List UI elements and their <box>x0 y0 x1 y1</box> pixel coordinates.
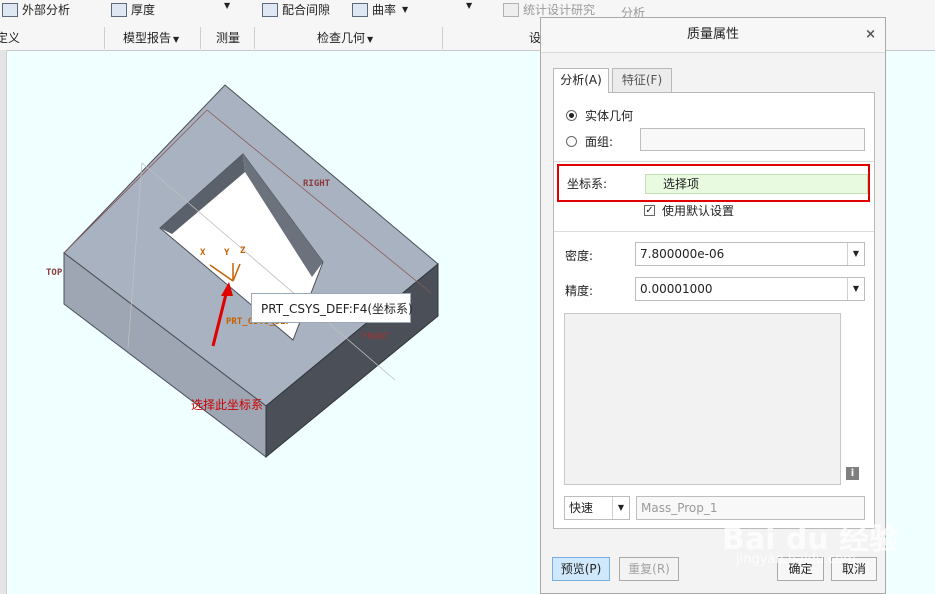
chevron-down-icon[interactable]: ▼ <box>847 278 864 300</box>
statistical-design-icon <box>503 2 519 17</box>
thickness-button[interactable]: 厚度 <box>111 1 155 18</box>
chevron-down-icon[interactable]: ▼ <box>847 243 864 265</box>
use-default-checkbox[interactable]: ✓ <box>644 205 655 216</box>
curvature-label: 曲率 <box>372 3 397 17</box>
chevron-down-icon: ▼ <box>173 35 180 44</box>
solid-geometry-label: 实体几何 <box>585 109 634 123</box>
datum-front-label[interactable]: FRONT <box>362 332 389 342</box>
group-divider <box>442 27 443 49</box>
accuracy-combo[interactable]: 0.00001000 ▼ <box>635 277 865 301</box>
clearance-label: 配合间隙 <box>282 3 331 17</box>
chevron-down-icon: ▼ <box>224 1 231 10</box>
mode-value: 快速 <box>569 501 594 515</box>
close-icon[interactable]: × <box>865 18 876 52</box>
csys-y-label: Y <box>224 248 230 258</box>
external-analysis-icon <box>2 2 18 17</box>
section-divider-2 <box>554 231 874 232</box>
quilt-label: 面组: <box>585 135 614 149</box>
external-analysis-label: 外部分析 <box>22 3 71 17</box>
accuracy-value: 0.00001000 <box>640 282 713 296</box>
analysis-panel: 实体几何 面组: 坐标系: 选择项 ✓ 使用默认设置 密度: 7.800000e… <box>553 92 875 529</box>
group-divider <box>254 27 255 49</box>
external-analysis-button[interactable]: 外部分析 <box>2 1 70 18</box>
group-inspect-geometry[interactable]: 检查几何 ▼ <box>317 29 373 46</box>
mass-properties-dialog: 质量属性 × 分析(A) 特征(F) 实体几何 面组: 坐标系: 选择项 ✓ 使… <box>540 17 886 594</box>
section-divider <box>554 161 874 162</box>
curvature-button[interactable]: 曲率 ▼ <box>352 1 408 18</box>
tab-analysis[interactable]: 分析(A) <box>553 68 609 93</box>
clearance-icon <box>262 2 278 17</box>
more-dropdown-button[interactable]: ▼ <box>222 1 230 10</box>
density-combo[interactable]: 7.800000e-06 ▼ <box>635 242 865 266</box>
chevron-down-icon[interactable]: ▼ <box>612 497 629 519</box>
coord-system-highlight: 坐标系: 选择项 <box>557 164 870 202</box>
preview-button[interactable]: 预览(P) <box>552 557 610 581</box>
info-icon[interactable]: i <box>846 467 859 480</box>
thickness-icon <box>111 2 127 17</box>
coord-system-collector[interactable]: 选择项 <box>645 174 868 194</box>
results-area[interactable] <box>564 313 841 485</box>
chevron-down-icon: ▼ <box>466 1 473 10</box>
density-value: 7.800000e-06 <box>640 247 725 261</box>
curvature-icon <box>352 2 368 17</box>
datum-top-label[interactable]: TOP <box>46 268 62 278</box>
quilt-radio[interactable] <box>566 136 577 147</box>
coord-system-label: 坐标系: <box>567 177 608 191</box>
baidu-watermark-url: jingyan.baidu.com <box>736 552 856 567</box>
density-label: 密度: <box>565 249 594 263</box>
use-default-label: 使用默认设置 <box>662 204 735 218</box>
thickness-label: 厚度 <box>131 3 156 17</box>
solid-geometry-radio[interactable] <box>566 110 577 121</box>
csys-z-label: Z <box>240 246 246 256</box>
group-model-report[interactable]: 模型报告 ▼ <box>123 29 179 46</box>
more-dropdown-button-2[interactable]: ▼ <box>464 1 472 10</box>
csys-x-label: X <box>200 248 206 258</box>
chevron-down-icon: ▼ <box>402 5 409 14</box>
datum-right-label[interactable]: RIGHT <box>303 179 330 189</box>
quilt-select-field[interactable] <box>640 128 865 151</box>
group-measure[interactable]: 测量 <box>216 29 240 46</box>
clearance-button[interactable]: 配合间隙 <box>262 1 330 18</box>
annotation-text: 选择此坐标系 <box>191 398 264 412</box>
dialog-title: 质量属性 <box>541 18 885 53</box>
statistical-design-button[interactable]: 统计设计研究 <box>503 1 595 18</box>
accuracy-label: 精度: <box>565 284 594 298</box>
statistical-design-label: 统计设计研究 <box>523 3 596 17</box>
tab-feature[interactable]: 特征(F) <box>612 68 672 92</box>
group-divider <box>104 27 105 49</box>
repeat-button[interactable]: 重复(R) <box>619 557 679 581</box>
group-definition[interactable]: 定义 <box>0 29 20 46</box>
group-divider <box>200 27 201 49</box>
mode-combo[interactable]: 快速 ▼ <box>564 496 630 520</box>
chevron-down-icon: ▼ <box>367 35 374 44</box>
csys-tooltip: PRT_CSYS_DEF:F4(坐标系) <box>251 293 413 323</box>
